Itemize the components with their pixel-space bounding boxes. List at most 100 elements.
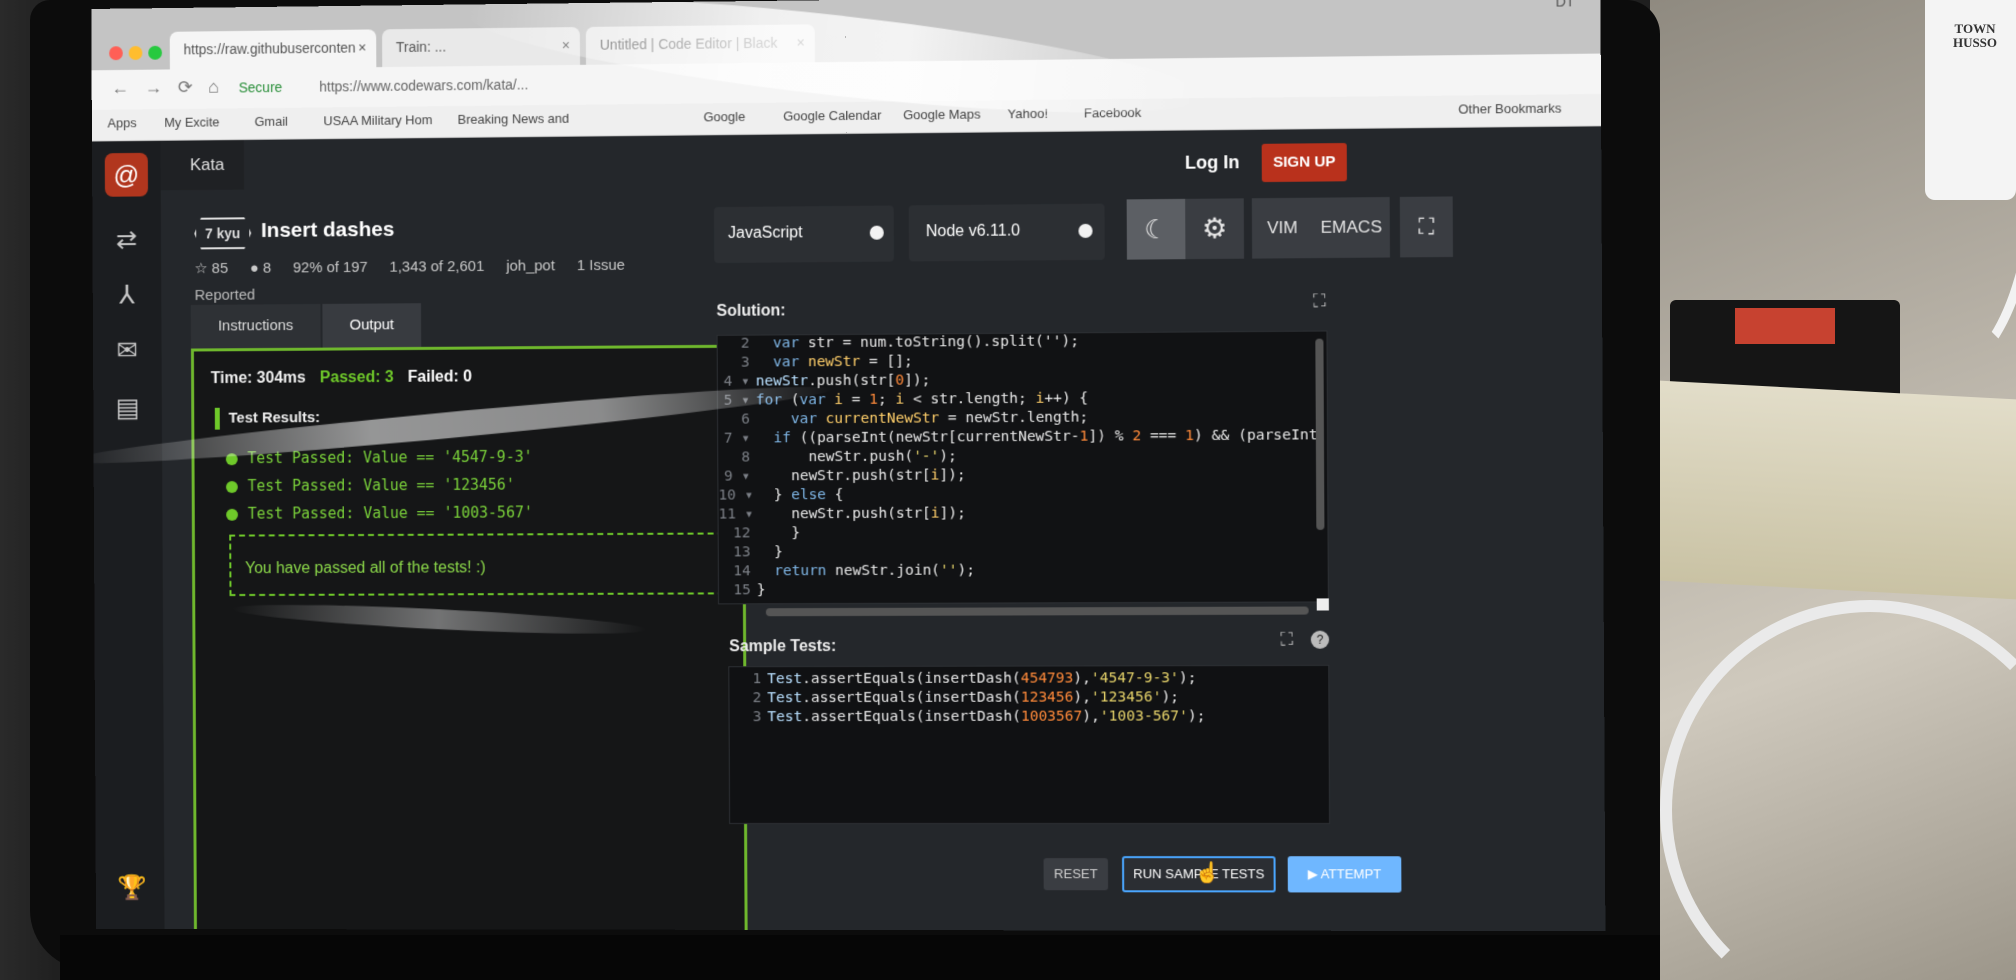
signup-button[interactable]: SIGN UP <box>1261 143 1347 183</box>
scroll-corner <box>1316 598 1329 611</box>
laptop-base <box>60 935 1660 980</box>
stars-count[interactable]: ☆ 85 <box>194 260 228 277</box>
run-time: Time: 304ms <box>210 369 306 388</box>
check-icon <box>225 480 238 493</box>
bookmark-item[interactable]: Apps <box>107 115 136 130</box>
dark-mode-icon[interactable]: ☾ <box>1126 198 1186 260</box>
maximize-window-button[interactable] <box>148 45 163 60</box>
language-label: JavaScript <box>727 224 803 242</box>
node-version-label: Node v6.11.0 <box>925 222 1021 241</box>
browser-tab[interactable]: https://raw.githubuserconten × <box>169 29 377 70</box>
cardboard-box <box>1660 380 2016 600</box>
trophy-icon[interactable]: 🏆 <box>117 873 146 902</box>
code-line: 8 newStr.push('-'); <box>741 448 957 466</box>
passed-count: Passed: 3 <box>319 368 394 387</box>
check-icon <box>226 508 238 521</box>
minimize-window-button[interactable] <box>128 45 143 60</box>
solution-editor[interactable]: 2 var str = num.toString().split(''); 3 … <box>716 330 1329 605</box>
codewars-logo[interactable]: @ <box>104 152 149 197</box>
codewars-app: @ ⇄ ⅄ ✉ ▤ 🏆 Kata Log In SIGN UP 7 kyu In… <box>91 126 1606 932</box>
side-nav <box>91 140 165 932</box>
test-result-line: Test Passed: Value == '1003-567' <box>226 503 533 523</box>
test-result-line: Test Passed: Value == '4547-9-3' <box>225 447 533 468</box>
bookmark-item[interactable]: My Excite <box>164 114 219 129</box>
kata-stats: ☆ 85 ● 8 92% of 197 1,343 of 2,601 joh_p… <box>194 256 642 277</box>
fullscreen-icon[interactable]: ⛶ <box>1399 196 1453 258</box>
code-line: 11 ▾ newStr.push(str[i]); <box>718 505 966 523</box>
sample-tests-editor[interactable]: 1 Test.assertEquals(insertDash(454793),'4… <box>728 664 1331 825</box>
bookmark-item[interactable]: Facebook <box>1084 105 1142 121</box>
mug-text: TOWN HUSSO <box>1952 21 1998 50</box>
bookmark-item[interactable]: Google Maps <box>903 107 981 123</box>
mouse-cursor-icon: ☝ <box>1194 862 1220 885</box>
attempt-button[interactable]: ▶ ATTEMPT <box>1287 856 1402 893</box>
laptop-screen: https://raw.githubuserconten × Train: ...… <box>91 0 1606 932</box>
horizontal-scrollbar[interactable] <box>765 606 1309 617</box>
version-dropdown-icon[interactable] <box>1078 223 1093 238</box>
language-dropdown-icon[interactable] <box>869 225 884 240</box>
tab-label: Train: ... <box>395 38 447 56</box>
kata-title: Insert dashes <box>260 217 395 242</box>
code-line: 3 var newStr = []; <box>740 353 913 371</box>
results-marker <box>214 407 220 430</box>
code-line: 7 ▾ if ((parseInt(newStr[currentNewStr-1… <box>723 426 1329 447</box>
login-link[interactable]: Log In <box>1185 152 1240 174</box>
help-icon[interactable]: ? <box>1310 630 1330 649</box>
close-window-button[interactable] <box>109 46 123 61</box>
secure-badge: Secure <box>238 79 283 96</box>
code-line: 14 return newStr.join(''); <box>733 562 976 580</box>
bookmark-count: ● 8 <box>249 259 272 277</box>
url-field[interactable]: https://www.codewars.com/kata/... <box>319 76 528 94</box>
navigation-icons[interactable]: ←→⟳⌂ <box>111 77 235 99</box>
output-panel <box>190 344 748 932</box>
browser-tab[interactable]: Train: ... × <box>382 27 581 68</box>
code-line: 1 Test.assertEquals(insertDash(454793),'4… <box>752 670 1197 688</box>
vim-mode-button[interactable]: VIM <box>1251 197 1313 259</box>
tab-close-icon[interactable]: × <box>358 39 366 55</box>
all-passed-message: You have passed all of the tests! :) <box>229 532 734 597</box>
test-results-title: Test Results: <box>228 409 321 427</box>
tab-close-icon[interactable]: × <box>797 34 805 50</box>
code-line: 4 ▾ newStr.push(str[0]); <box>723 372 931 390</box>
kyu-badge: 7 kyu <box>194 217 251 249</box>
vertical-scrollbar[interactable] <box>1315 338 1325 530</box>
emacs-mode-button[interactable]: EMACS <box>1312 197 1390 259</box>
breadcrumb-kata[interactable]: Kata <box>190 155 224 175</box>
bookmark-item[interactable]: Breaking News and <box>458 111 570 127</box>
tab-output[interactable]: Output <box>322 303 422 348</box>
issues-link[interactable]: 1 Issue <box>577 257 625 274</box>
tab-instructions[interactable]: Instructions <box>190 303 321 349</box>
solution-label: Solution: <box>716 302 786 320</box>
bookmark-item[interactable]: Google <box>703 109 745 124</box>
code-line: 15} <box>733 582 766 599</box>
code-line: 2 Test.assertEquals(insertDash(123456),'1… <box>752 689 1180 707</box>
tab-label: https://raw.githubuserconten <box>183 39 356 58</box>
sample-tests-label: Sample Tests: <box>729 638 837 656</box>
bookmark-item[interactable]: Gmail <box>255 114 288 129</box>
author-link[interactable]: joh_pot <box>506 257 555 274</box>
result-text: Test Passed: Value == '4547-9-3' <box>247 447 533 468</box>
reset-button[interactable]: RESET <box>1043 858 1109 891</box>
tab-close-icon[interactable]: × <box>562 37 570 53</box>
completion-count: 1,343 of 2,601 <box>389 257 485 276</box>
bookmark-item[interactable]: Other Bookmarks <box>1458 100 1561 116</box>
code-line: 10 ▾ } else { <box>718 486 844 504</box>
test-summary-line: Time: 304ms Passed: 3 Failed: 0 <box>211 368 472 388</box>
expand-icon[interactable]: ⛶ <box>1313 290 1326 311</box>
browser-tab[interactable]: Untitled | Code Editor | Black × <box>585 24 815 65</box>
discuss-nav-icon[interactable]: ✉ <box>113 335 143 365</box>
bookmark-item[interactable]: Yahoo! <box>1007 106 1048 121</box>
bookmark-item[interactable]: Google Calendar <box>783 108 881 124</box>
compete-nav-icon[interactable]: ⅄ <box>112 280 142 310</box>
gear-icon[interactable]: ⚙ <box>1185 198 1245 260</box>
docs-nav-icon[interactable]: ▤ <box>113 392 143 422</box>
expand-icon[interactable]: ⛶ <box>1280 629 1293 650</box>
bookmark-item[interactable]: USAA Military Hom <box>323 112 432 128</box>
code-line: 9 ▾ newStr.push(str[i]); <box>724 467 966 485</box>
tab-label: Untitled | Code Editor | Black <box>599 34 778 53</box>
code-line: 2 var str = num.toString().split(''); <box>740 333 1080 352</box>
check-icon <box>225 452 238 465</box>
practice-nav-icon[interactable]: ⇄ <box>112 224 142 254</box>
code-line: 12 } <box>733 525 801 542</box>
code-line: 13 } <box>733 544 783 561</box>
